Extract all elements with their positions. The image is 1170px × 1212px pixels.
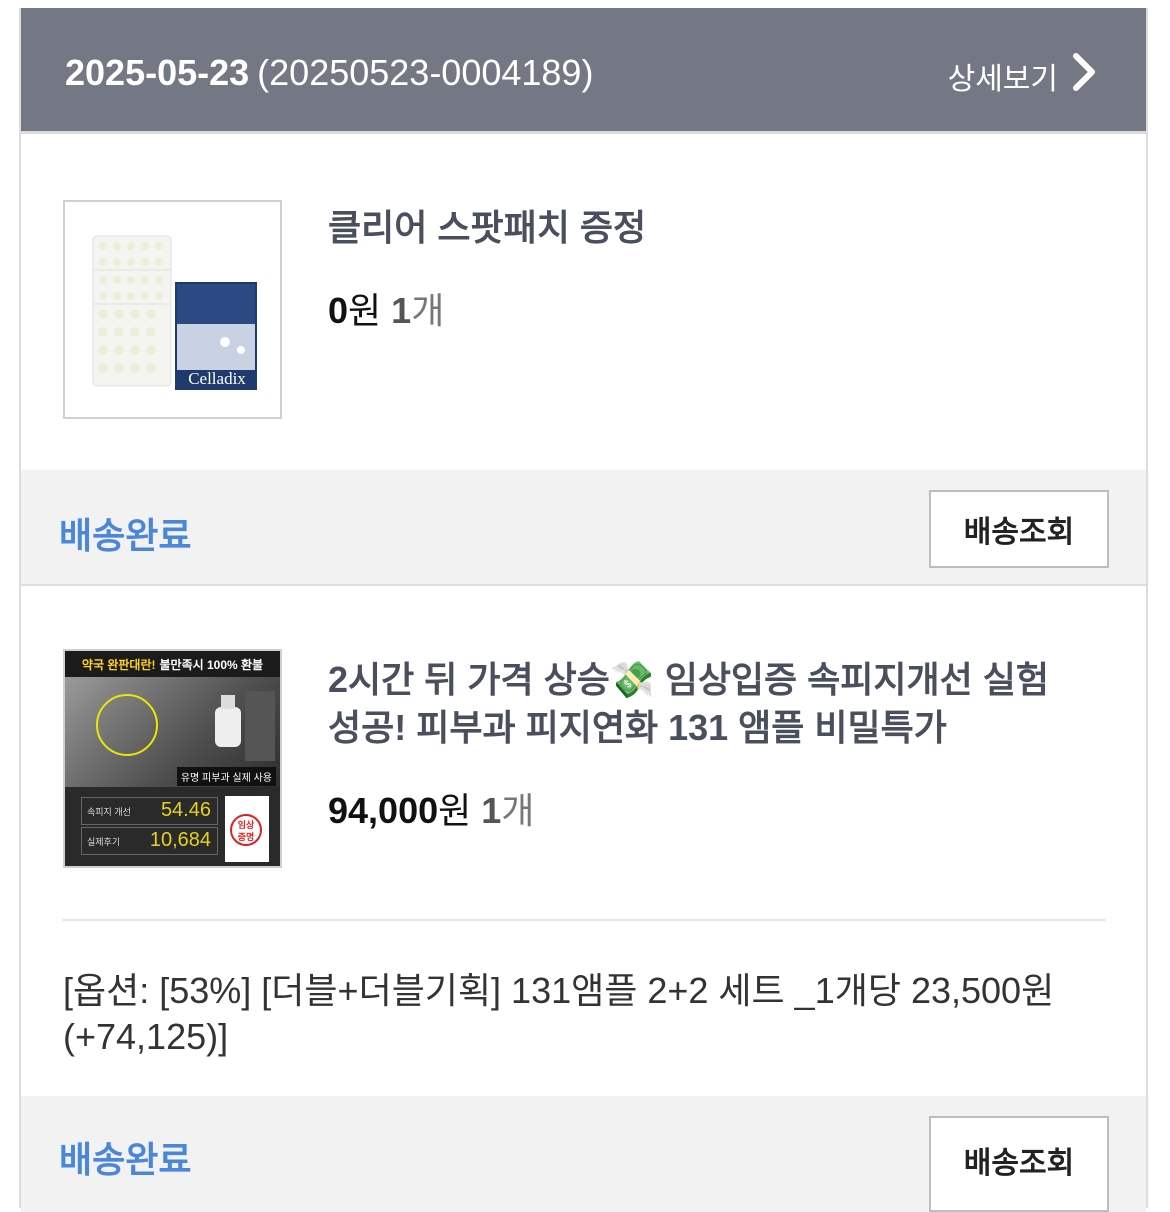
quantity-unit: 개 <box>411 290 445 331</box>
product-title-line: 성공! 피부과 피지연화 131 앰플 비밀특가 <box>328 707 947 748</box>
brand-label: Celladix <box>188 369 246 388</box>
clinical-seal: 임상 증명 <box>230 814 262 846</box>
product-thumbnail[interactable]: Celladix <box>63 200 282 419</box>
delivery-status-bar: 배송완료 배송조회 <box>21 470 1146 586</box>
product-price-line: 94,000원 1개 <box>328 782 534 834</box>
delivery-status: 배송완료 <box>59 515 192 556</box>
price-value: 0 <box>328 290 349 331</box>
quantity-number: 1 <box>481 790 502 831</box>
quantity: 1개 <box>481 790 534 831</box>
product-title-line: 2시간 뒤 가격 상승💸 임상입증 속피지개선 실험 <box>328 659 1050 700</box>
thumb-caption: 유명 피부과 실제 사용 <box>176 767 276 786</box>
quantity: 1개 <box>391 290 444 331</box>
track-shipment-button[interactable]: 배송조회 <box>929 490 1109 568</box>
product-title[interactable]: 클리어 스팟패치 증정 <box>328 204 1108 252</box>
stat-label: 실제후기 <box>87 837 121 847</box>
thumb-banner-highlight: 약국 완판대란! <box>81 657 156 672</box>
product-thumbnail[interactable]: 약국 완판대란! 불만족시 100% 환불 유명 피부과 실제 사용 속피지 개… <box>63 649 282 868</box>
order-number: (20250523-0004189) <box>257 52 594 93</box>
view-details-link[interactable]: 상세보기 <box>948 54 1058 98</box>
order-date-line: 2025-05-23 (20250523-0004189) <box>65 52 593 94</box>
price-value: 94,000 <box>328 790 439 831</box>
price-currency: 원 <box>438 790 472 831</box>
option-line: [옵션: [53%] [더블+더블기획] 131앰플 2+2 세트 _1개당 2… <box>63 970 1055 1011</box>
delivery-status: 배송완료 <box>59 1139 192 1180</box>
option-line: (+74,125)] <box>63 1016 229 1057</box>
order-header: 2025-05-23 (20250523-0004189) 상세보기 <box>21 8 1146 134</box>
stat-label: 속피지 개선 <box>87 807 131 817</box>
quantity-unit: 개 <box>501 790 535 831</box>
quantity-number: 1 <box>391 290 412 331</box>
product-price-line: 0원 1개 <box>328 282 444 334</box>
thumb-stat: 속피지 개선 54.46 <box>81 797 218 825</box>
chevron-right-icon[interactable] <box>1064 50 1104 94</box>
delivery-status-bar: 배송완료 배송조회 <box>21 1096 1146 1212</box>
thumb-stats: 속피지 개선 54.46 실제후기 10,684 임상 증명 <box>65 787 280 866</box>
order-date: 2025-05-23 <box>65 52 250 93</box>
stat-value: 54.46 <box>160 799 211 821</box>
order-item: Celladix 클리어 스팟패치 증정 0원 1개 <box>21 134 1146 470</box>
thumb-stat: 실제후기 10,684 <box>81 827 218 855</box>
order-item: 약국 완판대란! 불만족시 100% 환불 유명 피부과 실제 사용 속피지 개… <box>21 586 1146 1096</box>
stat-value: 10,684 <box>149 829 211 851</box>
product-title[interactable]: 2시간 뒤 가격 상승💸 임상입증 속피지개선 실험 성공! 피부과 피지연화 … <box>328 656 1108 752</box>
price-currency: 원 <box>348 290 382 331</box>
item-divider <box>63 919 1105 921</box>
order-card: 2025-05-23 (20250523-0004189) 상세보기 Cella… <box>19 8 1148 1212</box>
product-option: [옵션: [53%] [더블+더블기획] 131앰플 2+2 세트 _1개당 2… <box>63 968 1123 1060</box>
track-shipment-button[interactable]: 배송조회 <box>929 1116 1109 1212</box>
clinical-badge: 임상 증명 <box>225 796 269 862</box>
thumb-banner-text: 불만족시 100% 환불 <box>159 657 264 672</box>
thumb-banner: 약국 완판대란! 불만족시 100% 환불 <box>65 651 280 677</box>
